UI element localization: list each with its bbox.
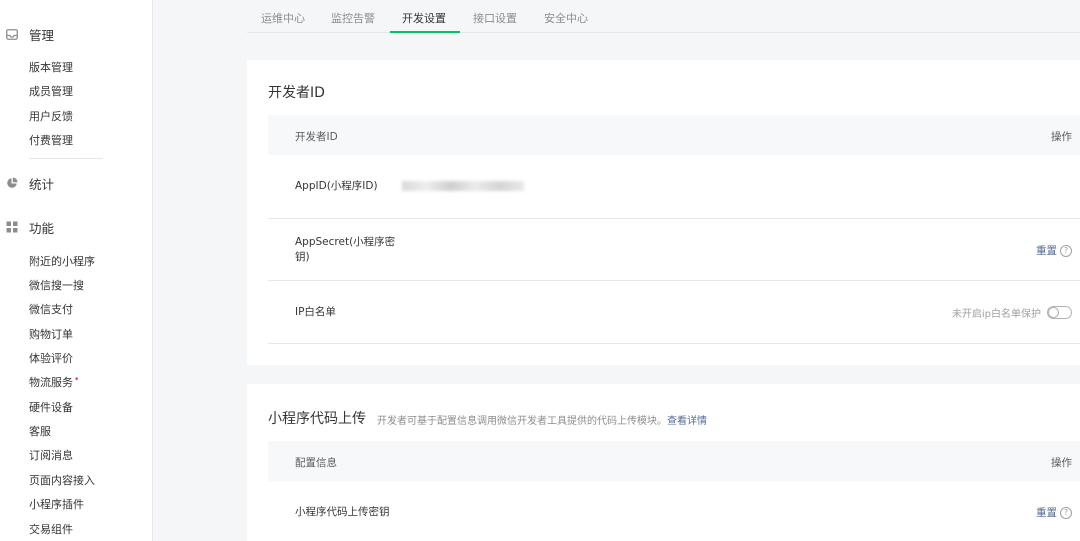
table-header: 开发者ID 操作 (268, 115, 1080, 155)
sidebar-divider (29, 158, 103, 159)
inbox-icon (6, 28, 18, 40)
sidebar-item-trade-component[interactable]: 交易组件 (29, 523, 73, 537)
sidebar-item-version[interactable]: 版本管理 (29, 61, 73, 75)
sidebar-item-wechat-pay[interactable]: 微信支付 (29, 303, 73, 317)
ip-whitelist-status-text: 未开启ip白名单保护 (951, 309, 1041, 320)
ip-whitelist-label: IP白名单 (295, 306, 336, 318)
appsecret-label: AppSecret(小程序密 钥) (295, 235, 395, 265)
table-header: 配置信息 操作 (268, 441, 1080, 481)
sidebar-item-feedback[interactable]: 用户反馈 (29, 110, 73, 124)
column-header-action: 操作 (1051, 131, 1072, 143)
new-dot-badge: • (74, 375, 80, 385)
toggle-knob (1049, 308, 1058, 317)
sidebar-item-members[interactable]: 成员管理 (29, 85, 73, 99)
column-header-developer-id: 开发者ID (295, 131, 338, 143)
card-description: 开发者可基于配置信息调用微信开发者工具提供的代码上传模块。查看详情 (377, 412, 707, 427)
upload-key-label: 小程序代码上传密钥 (295, 506, 390, 518)
sidebar-group-label: 管理 (29, 27, 55, 43)
sidebar-item-orders[interactable]: 购物订单 (29, 328, 73, 342)
tab-dev-settings[interactable]: 开发设置 (402, 10, 446, 26)
code-upload-card: 小程序代码上传 开发者可基于配置信息调用微信开发者工具提供的代码上传模块。查看详… (247, 384, 1080, 541)
tab-ops-center[interactable]: 运维中心 (261, 10, 305, 26)
tab-api-settings[interactable]: 接口设置 (473, 10, 517, 26)
sidebar-item-reviews[interactable]: 体验评价 (29, 352, 73, 366)
appid-label: AppID(小程序ID) (295, 180, 378, 192)
sidebar-group-label: 统计 (29, 176, 55, 192)
pie-chart-icon (6, 177, 18, 189)
table-row-ip-whitelist: IP白名单 未开启ip白名单保护 (268, 281, 1080, 344)
table-row-upload-key: 小程序代码上传密钥 重置 ? (268, 481, 1080, 541)
appsecret-reset: 重置 ? (1036, 243, 1072, 258)
sidebar-item-label: 物流服务 (29, 376, 73, 389)
developer-id-card: 开发者ID 开发者ID 操作 AppID(小程序ID) AppSecret(小程… (247, 60, 1080, 365)
card-title: 小程序代码上传 (268, 411, 366, 427)
active-tab-indicator (390, 31, 460, 33)
column-header-action: 操作 (1051, 457, 1072, 469)
help-icon[interactable]: ? (1060, 244, 1072, 257)
appid-value-redacted (402, 181, 524, 191)
sidebar-group-label: 功能 (29, 220, 55, 236)
sidebar-item-hardware[interactable]: 硬件设备 (29, 401, 73, 415)
sidebar-item-logistics[interactable]: 物流服务• (29, 375, 80, 391)
ip-whitelist-toggle[interactable] (1047, 306, 1072, 319)
sidebar-item-customer-service[interactable]: 客服 (29, 425, 51, 439)
tab-security-center[interactable]: 安全中心 (544, 10, 588, 26)
table-row-appsecret: AppSecret(小程序密 钥) 重置 ? (268, 219, 1080, 281)
view-details-link[interactable]: 查看详情 (667, 416, 707, 427)
upload-key-reset: 重置 ? (1036, 505, 1072, 520)
sidebar-item-payment[interactable]: 付费管理 (29, 134, 73, 148)
sidebar-item-subscribe-message[interactable]: 订阅消息 (29, 449, 73, 463)
sidebar-item-wechat-search[interactable]: 微信搜一搜 (29, 279, 84, 293)
sidebar: 管理 版本管理 成员管理 用户反馈 付费管理 统计 功能 附近的小程序 微信搜一… (0, 0, 153, 541)
reset-link[interactable]: 重置 (1036, 505, 1057, 520)
tab-monitoring[interactable]: 监控告警 (331, 10, 375, 26)
card-title: 开发者ID (268, 85, 325, 101)
top-tabs: 运维中心 监控告警 开发设置 接口设置 安全中心 (247, 0, 1080, 33)
sidebar-item-plugins[interactable]: 小程序插件 (29, 498, 84, 512)
column-header-config: 配置信息 (295, 457, 337, 469)
appsecret-label-line1: AppSecret(小程序密 (295, 236, 396, 248)
help-icon[interactable]: ? (1060, 506, 1072, 519)
appsecret-label-line2: 钥) (295, 251, 310, 263)
table-row-appid: AppID(小程序ID) (268, 155, 1080, 219)
sidebar-item-page-content[interactable]: 页面内容接入 (29, 474, 95, 488)
description-text: 开发者可基于配置信息调用微信开发者工具提供的代码上传模块。 (377, 416, 667, 427)
sidebar-item-nearby-miniprogram[interactable]: 附近的小程序 (29, 255, 95, 269)
grid-icon (6, 221, 18, 233)
reset-link[interactable]: 重置 (1036, 243, 1057, 258)
ip-whitelist-status: 未开启ip白名单保护 (952, 305, 1072, 320)
